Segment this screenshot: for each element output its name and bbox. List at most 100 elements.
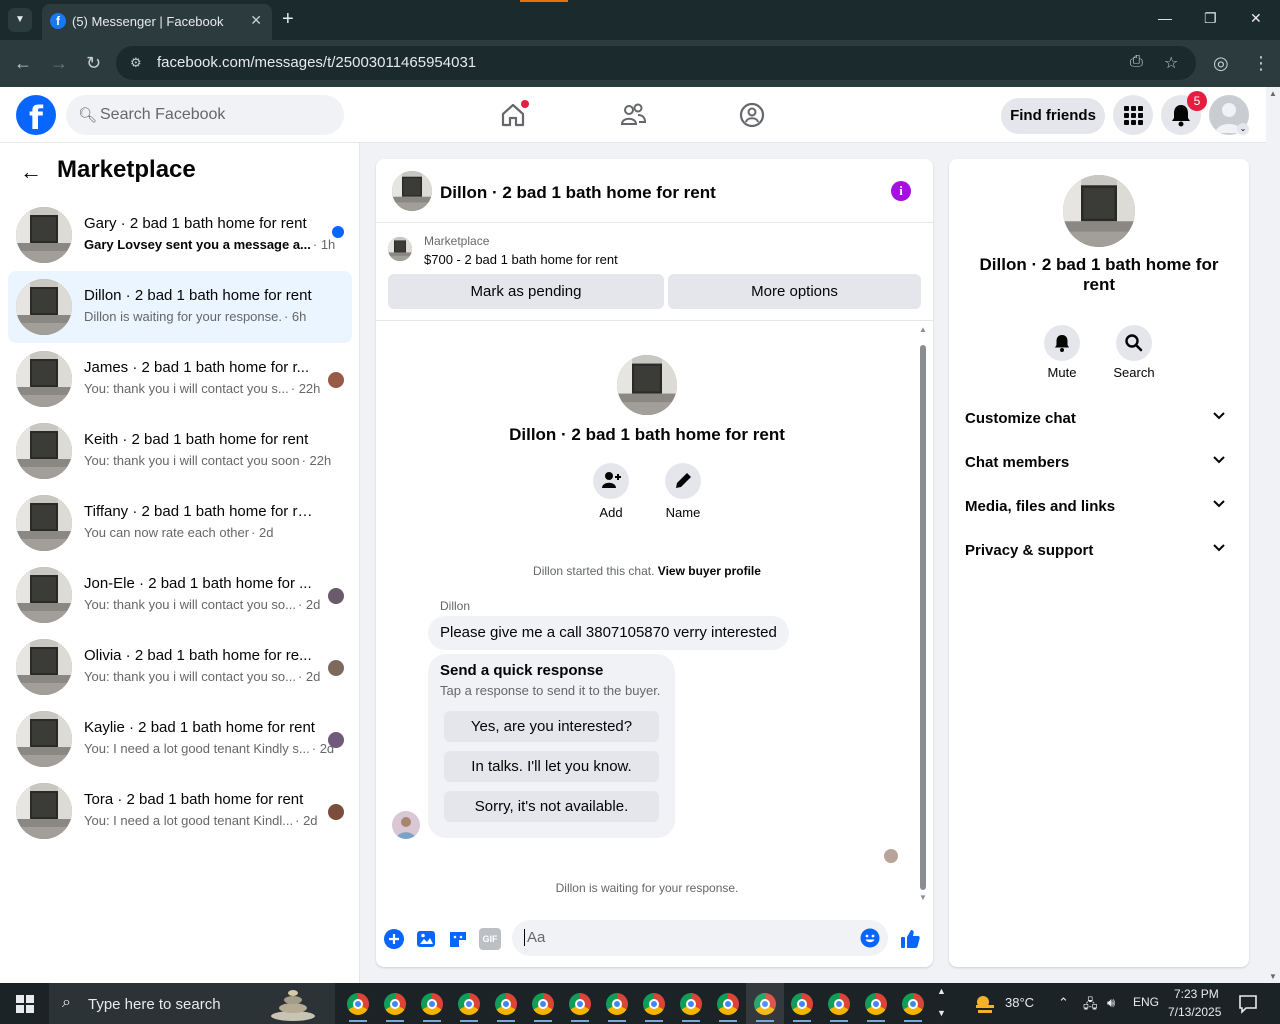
add-people-button[interactable] <box>593 463 629 499</box>
details-thumbnail[interactable] <box>1063 175 1135 247</box>
temperature[interactable]: 38°C <box>1005 995 1034 1010</box>
new-tab-button[interactable]: + <box>282 8 294 30</box>
conversation-item[interactable]: Tora · 2 bad 1 bath home for rent You: I … <box>8 775 352 847</box>
language-indicator[interactable]: ENG <box>1133 995 1159 1009</box>
chrome-taskbar-icon[interactable] <box>791 993 813 1022</box>
taskbar-scroll-up[interactable]: ▲ <box>937 986 946 996</box>
chrome-taskbar-icon[interactable] <box>458 993 480 1022</box>
mark-as-pending-button[interactable]: Mark as pending <box>388 274 664 309</box>
volume-icon[interactable]: 🔊︎ <box>1107 995 1115 1011</box>
seen-avatar <box>328 660 344 676</box>
chat-members-section[interactable]: Chat members <box>965 442 1233 486</box>
listing-thumbnail[interactable] <box>388 237 412 261</box>
back-button[interactable]: ← <box>14 53 32 74</box>
conversation-item[interactable]: James · 2 bad 1 bath home for r... You: t… <box>8 343 352 415</box>
clock-date[interactable]: 7/13/2025 <box>1168 1005 1221 1019</box>
privacy-support-section[interactable]: Privacy & support <box>965 530 1233 574</box>
search-icon <box>1125 334 1143 352</box>
account-chevron-icon[interactable]: ⌄ <box>1237 123 1249 135</box>
gif-icon[interactable]: GIF <box>479 928 501 950</box>
menu-kebab-icon[interactable]: ⋮ <box>1252 53 1270 74</box>
find-friends-button[interactable]: Find friends <box>1001 98 1105 134</box>
photo-icon[interactable] <box>415 928 437 950</box>
more-options-button[interactable]: More options <box>668 274 921 309</box>
chrome-taskbar-icon[interactable] <box>680 993 702 1022</box>
emoji-icon[interactable] <box>860 928 880 948</box>
back-arrow-icon[interactable]: ← <box>20 159 42 185</box>
chrome-taskbar-icon[interactable] <box>495 993 517 1022</box>
forward-button[interactable]: → <box>50 53 68 74</box>
chrome-taskbar-icon[interactable] <box>421 993 443 1022</box>
clock-time[interactable]: 7:23 PM <box>1174 987 1219 1001</box>
minimize-button[interactable]: — <box>1158 10 1172 26</box>
quick-response-button[interactable]: Sorry, it's not available. <box>444 791 659 822</box>
info-icon[interactable]: i <box>891 181 911 201</box>
section-label: Media, files and links <box>965 498 1116 515</box>
chat-scrollbar-thumb[interactable] <box>920 345 926 890</box>
reload-button[interactable]: ↻ <box>86 53 101 74</box>
chat-header-thumbnail[interactable] <box>392 171 432 211</box>
plus-circle-icon[interactable] <box>383 928 405 950</box>
message-input[interactable]: Aa <box>512 920 888 956</box>
sticker-icon[interactable] <box>447 928 469 950</box>
tab-search-button[interactable]: ▼ <box>8 8 32 32</box>
network-icon[interactable]: 🖧︎ <box>1083 995 1098 1017</box>
quick-response-button[interactable]: In talks. I'll let you know. <box>444 751 659 782</box>
scroll-down-arrow[interactable]: ▼ <box>919 893 927 902</box>
chrome-taskbar-icon[interactable] <box>828 993 850 1022</box>
profile-icon[interactable]: ◎ <box>1213 53 1229 74</box>
window-close-button[interactable]: ✕ <box>1250 10 1262 27</box>
friends-icon[interactable] <box>619 101 647 129</box>
site-info-icon[interactable]: ⚙ <box>130 55 142 71</box>
view-buyer-profile-link[interactable]: View buyer profile <box>658 564 761 578</box>
tab-close-icon[interactable]: ✕ <box>250 12 262 29</box>
conversation-item[interactable]: Jon-Ele · 2 bad 1 bath home for ... You: … <box>8 559 352 631</box>
address-bar[interactable]: ⚙ facebook.com/messages/t/25003011465954… <box>116 46 1196 80</box>
menu-grid-button[interactable] <box>1113 95 1153 135</box>
chrome-taskbar-icon[interactable] <box>569 993 591 1022</box>
sender-avatar[interactable] <box>392 811 420 839</box>
conversation-item[interactable]: Dillon · 2 bad 1 bath home for rent Dillo… <box>8 271 352 343</box>
media-files-links-section[interactable]: Media, files and links <box>965 486 1233 530</box>
thumbs-up-icon[interactable] <box>899 928 921 950</box>
search-in-chat-button[interactable] <box>1116 325 1152 361</box>
maximize-button[interactable]: ❐ <box>1204 10 1217 27</box>
chrome-taskbar-icon[interactable] <box>643 993 665 1022</box>
groups-icon[interactable] <box>738 101 766 129</box>
preview-text: You can now rate each other <box>84 525 250 540</box>
facebook-logo-icon[interactable]: f <box>16 95 56 137</box>
conversation-item[interactable]: Keith · 2 bad 1 bath home for rent You: t… <box>8 415 352 487</box>
tray-chevron-icon[interactable]: ⌃ <box>1058 995 1069 1011</box>
chrome-taskbar-icon[interactable] <box>902 993 924 1022</box>
edit-name-button[interactable] <box>665 463 701 499</box>
weather-sun-icon[interactable] <box>972 993 998 1015</box>
scroll-up-arrow[interactable]: ▲ <box>919 325 927 334</box>
chrome-taskbar-icon[interactable] <box>746 983 784 1024</box>
taskbar-scroll-down[interactable]: ▼ <box>937 1008 946 1018</box>
chrome-taskbar-icon[interactable] <box>384 993 406 1022</box>
browser-tab[interactable]: f (5) Messenger | Facebook ✕ <box>42 4 272 40</box>
notifications-center-icon[interactable] <box>1238 994 1258 1014</box>
chat-header: Dillon · 2 bad 1 bath home for rent i <box>376 159 933 223</box>
conversation-item[interactable]: Gary · 2 bad 1 bath home for rent Gary Lo… <box>8 199 352 271</box>
chrome-taskbar-icon[interactable] <box>717 993 739 1022</box>
taskbar-search-box[interactable]: ⌕ Type here to search <box>49 983 335 1024</box>
install-app-icon[interactable]: ⎙ <box>1130 53 1143 71</box>
chrome-taskbar-icon[interactable] <box>532 993 554 1022</box>
listing-title[interactable]: $700 - 2 bad 1 bath home for rent <box>424 252 618 267</box>
search-facebook-input[interactable]: 🔍︎ Search Facebook <box>66 95 344 135</box>
conversation-item[interactable]: Olivia · 2 bad 1 bath home for re... You:… <box>8 631 352 703</box>
page-scrollbar[interactable]: ▲ ▼ <box>1266 87 1280 983</box>
conversation-item[interactable]: Kaylie · 2 bad 1 bath home for rent You: … <box>8 703 352 775</box>
chat-panel: Dillon · 2 bad 1 bath home for rent i Ma… <box>376 159 933 967</box>
bookmark-star-icon[interactable]: ☆ <box>1164 53 1178 73</box>
intro-name: Dillon · 2 bad 1 bath home for rent <box>509 425 785 444</box>
quick-response-button[interactable]: Yes, are you interested? <box>444 711 659 742</box>
chrome-taskbar-icon[interactable] <box>347 993 369 1022</box>
chrome-taskbar-icon[interactable] <box>865 993 887 1022</box>
mute-button[interactable] <box>1044 325 1080 361</box>
conversation-item[interactable]: Tiffany · 2 bad 1 bath home for rent You … <box>8 487 352 559</box>
windows-start-icon[interactable] <box>16 995 34 1013</box>
chrome-taskbar-icon[interactable] <box>606 993 628 1022</box>
customize-chat-section[interactable]: Customize chat <box>965 398 1233 442</box>
